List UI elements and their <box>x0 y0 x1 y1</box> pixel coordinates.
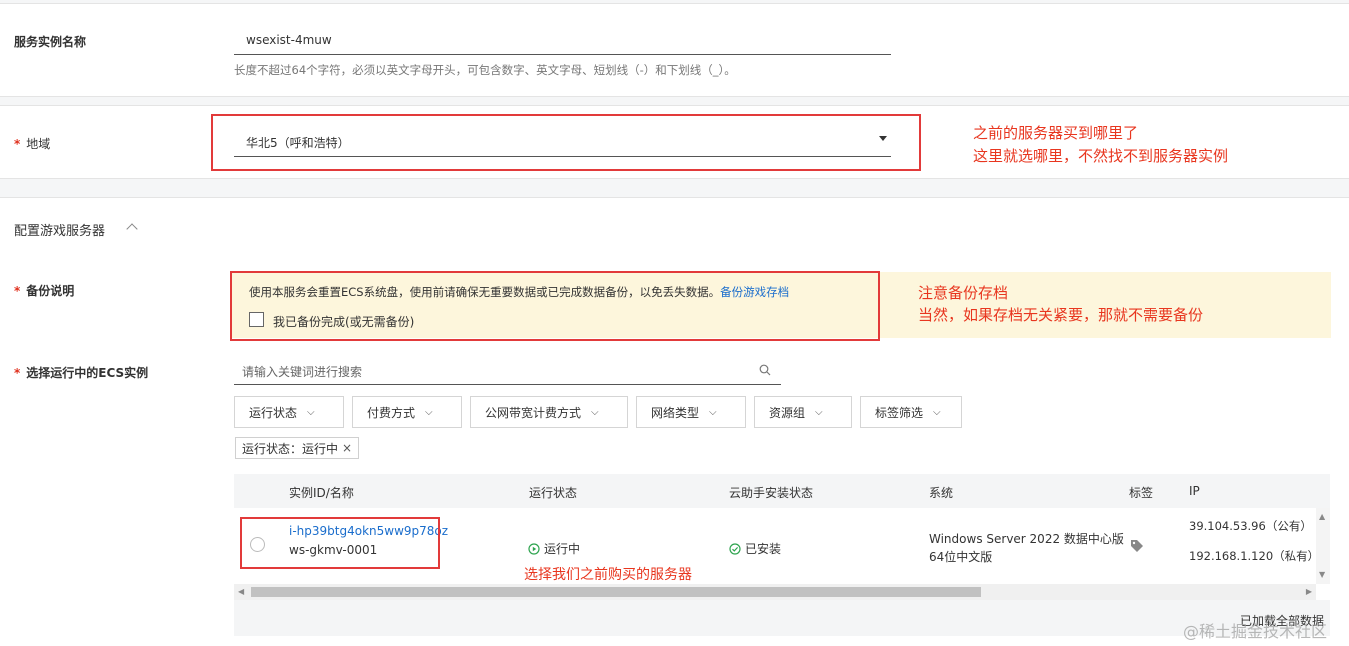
column-tags: 标签 <box>1129 486 1154 500</box>
filter-label: 公网带宽计费方式 <box>485 405 582 420</box>
filter-run-status[interactable]: 运行状态 ⌵ <box>234 396 344 428</box>
filter-label: 付费方式 <box>367 405 416 420</box>
region-highlight-box <box>211 114 921 171</box>
required-marker: * <box>14 137 21 151</box>
filter-billing[interactable]: 付费方式 ⌵ <box>352 396 462 428</box>
backup-annotation-line2: 当然，如果存档无关紧要，那就不需要备份 <box>918 306 1204 324</box>
chevron-down-icon: ⌵ <box>591 406 599 418</box>
scrollbar-thumb[interactable] <box>251 587 981 597</box>
check-circle-icon <box>729 542 741 555</box>
instance-name-label: 服务实例名称 <box>14 35 87 49</box>
active-filter-tag-label: 运行状态：运行中 <box>242 441 339 456</box>
instance-name-hint: 长度不超过64个字符，必须以英文字母开头，可包含数字、英文字母、短划线（-）和下… <box>234 63 736 77</box>
row-os-line1: Windows Server 2022 数据中心版 <box>929 532 1124 546</box>
active-filter-tag: 运行状态：运行中 × <box>235 437 360 459</box>
watermark: @稀土掘金技术社区 <box>1183 622 1328 641</box>
row-assistant-status-text: 已安装 <box>745 542 782 556</box>
search-icon[interactable] <box>759 364 771 376</box>
backup-highlight-box <box>230 271 880 341</box>
filter-label: 标签筛选 <box>875 405 924 420</box>
chevron-down-icon: ⌵ <box>815 406 823 418</box>
config-section-title: 配置游戏服务器 <box>14 224 106 239</box>
column-assistant-status: 云助手安装状态 <box>729 486 814 500</box>
chevron-down-icon: ⌵ <box>425 406 433 418</box>
scroll-left-icon[interactable]: ◀ <box>238 587 244 596</box>
region-label: 地域 <box>26 137 51 151</box>
row-status-text: 运行中 <box>544 542 581 556</box>
required-marker: * <box>14 284 21 298</box>
ecs-search-placeholder: 请输入关键词进行搜索 <box>242 365 363 379</box>
column-instance-id: 实例ID/名称 <box>289 486 354 500</box>
required-marker: * <box>14 366 21 380</box>
backup-label: 备份说明 <box>26 284 75 298</box>
region-annotation-line2: 这里就选哪里，不然找不到服务器实例 <box>973 147 1229 165</box>
filter-network-type[interactable]: 网络类型 ⌵ <box>636 396 746 428</box>
row-os-line2: 64位中文版 <box>929 550 993 564</box>
horizontal-scrollbar[interactable]: ◀ ▶ <box>234 584 1316 600</box>
column-run-status: 运行状态 <box>529 486 578 500</box>
column-ip: IP <box>1189 484 1200 498</box>
backup-label-wrap: * 备份说明 <box>14 282 74 299</box>
instance-annotation: 选择我们之前购买的服务器 <box>524 567 692 583</box>
row-status: 运行中 <box>528 540 580 557</box>
instance-name-value: wsexist-4muw <box>246 33 332 47</box>
filter-tags[interactable]: 标签筛选 ⌵ <box>860 396 962 428</box>
instance-highlight-box <box>240 517 440 569</box>
filter-label: 运行状态 <box>249 405 298 420</box>
instance-name-input[interactable]: wsexist-4muw <box>234 26 891 55</box>
filter-bandwidth-billing[interactable]: 公网带宽计费方式 ⌵ <box>470 396 628 428</box>
filter-label: 资源组 <box>769 405 806 420</box>
region-annotation-line1: 之前的服务器买到哪里了 <box>973 124 1139 142</box>
chevron-down-icon: ⌵ <box>933 406 941 418</box>
column-os: 系统 <box>929 486 954 500</box>
vertical-scrollbar[interactable]: ▲ ▼ <box>1316 508 1330 584</box>
scroll-down-icon[interactable]: ▼ <box>1319 570 1325 579</box>
scroll-up-icon[interactable]: ▲ <box>1319 512 1325 521</box>
ecs-search-input[interactable]: 请输入关键词进行搜索 <box>234 356 781 385</box>
tag-icon[interactable] <box>1130 539 1144 553</box>
chevron-down-icon: ⌵ <box>709 406 717 418</box>
row-assistant-status: 已安装 <box>729 540 781 557</box>
region-label-wrap: * 地域 <box>14 135 50 152</box>
play-circle-icon <box>528 542 540 555</box>
row-ip-private: 192.168.1.120（私有） <box>1189 549 1320 563</box>
backup-annotation-line1: 注意备份存档 <box>918 284 1009 302</box>
ecs-label: 选择运行中的ECS实例 <box>26 366 149 380</box>
chevron-down-icon: ⌵ <box>307 406 315 418</box>
table-footer <box>234 600 1330 636</box>
filter-label: 网络类型 <box>651 405 700 420</box>
ecs-label-wrap: * 选择运行中的ECS实例 <box>14 364 148 381</box>
scroll-right-icon[interactable]: ▶ <box>1306 587 1312 596</box>
row-ip-public: 39.104.53.96（公有） <box>1189 519 1312 533</box>
close-icon[interactable]: × <box>342 441 352 455</box>
filter-resource-group[interactable]: 资源组 ⌵ <box>754 396 852 428</box>
